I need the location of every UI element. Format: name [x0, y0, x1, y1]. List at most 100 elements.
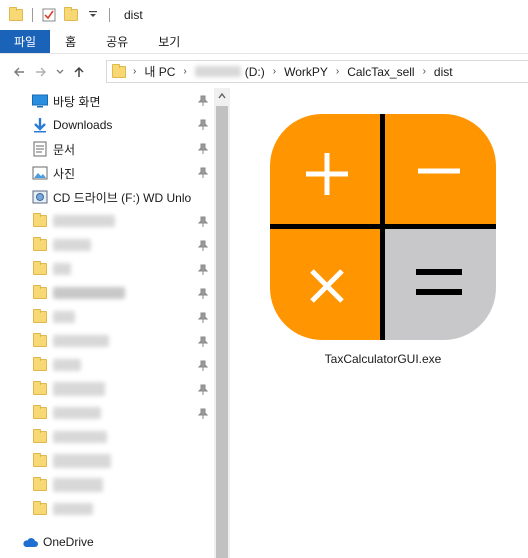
tab-share[interactable]: 공유	[91, 30, 143, 53]
nav-item-folder[interactable]	[32, 282, 212, 304]
recent-locations-button[interactable]	[52, 61, 68, 83]
nav-item-folder[interactable]	[32, 474, 212, 496]
nav-scrollbar[interactable]	[214, 88, 230, 558]
properties-icon[interactable]	[41, 7, 57, 23]
pin-icon[interactable]	[198, 336, 208, 348]
file-list: TaxCalculatorGUI.exe	[232, 88, 528, 558]
chevron-up-icon	[218, 93, 226, 99]
nav-item-folder[interactable]	[32, 210, 212, 232]
nav-item-folder[interactable]	[32, 450, 212, 472]
nav-item-folder[interactable]	[32, 402, 212, 424]
up-button[interactable]	[68, 61, 90, 83]
address-bar[interactable]: › 내 PC › (D:) › WorkPY › CalcTax_sell › …	[106, 60, 528, 83]
pin-icon[interactable]	[198, 143, 208, 155]
folder-icon	[32, 501, 48, 517]
divider	[32, 8, 33, 22]
calculator-app-icon	[270, 114, 496, 340]
nav-item-label: Downloads	[53, 118, 113, 132]
redacted-folder-name	[53, 335, 109, 347]
chevron-right-icon[interactable]: ›	[133, 66, 136, 77]
redacted-folder-name	[53, 503, 93, 515]
breadcrumb-workpy[interactable]: WorkPY	[284, 65, 328, 79]
cd-drive-icon	[32, 189, 48, 205]
nav-item-folder[interactable]	[32, 306, 212, 328]
redacted-folder-name	[53, 215, 115, 227]
folder-icon	[32, 381, 48, 397]
folder-icon	[32, 309, 48, 325]
nav-item-folder[interactable]	[32, 354, 212, 376]
nav-item-folder[interactable]	[32, 426, 212, 448]
nav-item-documents[interactable]: 문서	[32, 138, 212, 160]
nav-item-downloads[interactable]: Downloads	[32, 114, 212, 136]
pin-icon[interactable]	[198, 95, 208, 107]
breadcrumb-dist[interactable]: dist	[434, 65, 453, 79]
arrow-left-icon	[14, 67, 24, 77]
nav-item-folder[interactable]	[32, 378, 212, 400]
chevron-right-icon[interactable]: ›	[183, 66, 186, 77]
nav-item-label: 문서	[53, 142, 76, 157]
redacted-folder-name	[53, 478, 103, 492]
pin-icon[interactable]	[198, 167, 208, 179]
pin-icon[interactable]	[198, 312, 208, 324]
folder-icon	[32, 357, 48, 373]
folder-icon	[32, 405, 48, 421]
forward-button[interactable]	[30, 61, 52, 83]
redacted-folder-name	[53, 454, 111, 468]
folder-icon	[32, 429, 48, 445]
pin-icon[interactable]	[198, 119, 208, 131]
folder-icon	[32, 453, 48, 469]
title-bar: dist	[0, 0, 528, 30]
tab-file[interactable]: 파일	[0, 30, 51, 53]
pin-icon[interactable]	[198, 240, 208, 252]
redacted-folder-name	[53, 239, 91, 251]
folder-icon	[32, 333, 48, 349]
scroll-thumb[interactable]	[216, 106, 228, 558]
window-title: dist	[124, 8, 143, 22]
new-folder-icon[interactable]	[63, 7, 79, 23]
redacted-drive-name	[194, 66, 241, 77]
pin-icon[interactable]	[198, 408, 208, 420]
chevron-right-icon[interactable]: ›	[336, 66, 339, 77]
pin-icon[interactable]	[198, 288, 208, 300]
nav-item-onedrive[interactable]: OneDrive	[22, 531, 202, 553]
tab-view[interactable]: 보기	[143, 30, 195, 53]
breadcrumb-this-pc[interactable]: 내 PC	[144, 63, 175, 80]
folder-icon	[32, 213, 48, 229]
redacted-folder-name	[53, 431, 107, 443]
nav-item-folder[interactable]	[32, 498, 212, 520]
ribbon-tabs: 파일 홈 공유 보기	[0, 30, 528, 54]
nav-item-label: CD 드라이브 (F:) WD Unlo	[53, 190, 192, 205]
nav-item-label: 바탕 화면	[53, 94, 101, 109]
chevron-right-icon[interactable]: ›	[273, 66, 276, 77]
redacted-folder-name	[53, 382, 105, 396]
pin-icon[interactable]	[198, 360, 208, 372]
nav-item-pictures[interactable]: 사진	[32, 162, 212, 184]
file-item[interactable]: TaxCalculatorGUI.exe	[260, 98, 510, 378]
pin-icon[interactable]	[198, 264, 208, 276]
pictures-icon	[32, 165, 48, 181]
redacted-folder-name	[53, 287, 125, 299]
breadcrumb-drive[interactable]: (D:)	[245, 65, 265, 79]
folder-icon[interactable]	[8, 7, 24, 23]
pin-icon[interactable]	[198, 384, 208, 396]
nav-item-folder[interactable]	[32, 234, 212, 256]
nav-item-folder[interactable]	[32, 258, 212, 280]
documents-icon	[32, 141, 48, 157]
arrow-right-icon	[36, 67, 46, 77]
back-button[interactable]	[8, 61, 30, 83]
navigation-pane: 바탕 화면 Downloads 문서 사진 CD 드라이브 (F:) WD Un…	[0, 88, 214, 558]
nav-item-folder[interactable]	[32, 330, 212, 352]
pin-icon[interactable]	[198, 216, 208, 228]
chevron-right-icon[interactable]: ›	[423, 66, 426, 77]
nav-item-cd-drive[interactable]: CD 드라이브 (F:) WD Unlo	[32, 186, 212, 208]
breadcrumb-calctax-sell[interactable]: CalcTax_sell	[347, 65, 414, 79]
redacted-folder-name	[53, 263, 71, 275]
nav-item-desktop[interactable]: 바탕 화면	[32, 90, 212, 112]
file-name: TaxCalculatorGUI.exe	[324, 352, 442, 366]
scroll-up-button[interactable]	[214, 88, 230, 104]
tab-home[interactable]: 홈	[50, 30, 91, 53]
redacted-folder-name	[53, 311, 75, 323]
folder-icon	[32, 285, 48, 301]
download-icon	[32, 117, 48, 133]
chevron-down-icon[interactable]	[85, 7, 101, 23]
